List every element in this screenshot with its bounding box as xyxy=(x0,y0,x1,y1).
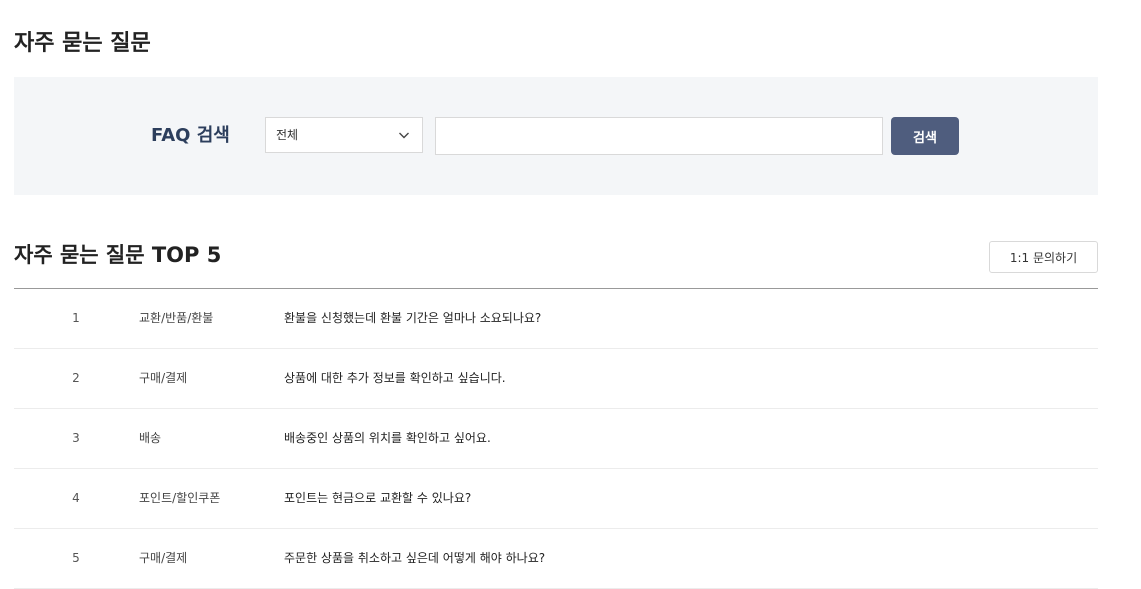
faq-item-category: 교환/반품/환불 xyxy=(139,311,214,325)
faq-item-question[interactable]: 주문한 상품을 취소하고 싶은데 어떻게 해야 하나요? xyxy=(284,529,545,588)
faq-search-panel: FAQ 검색 전체 검색 xyxy=(14,77,1098,195)
faq-item-question[interactable]: 환불을 신청했는데 환불 기간은 얼마나 소요되나요? xyxy=(284,289,541,348)
faq-item-category: 배송 xyxy=(139,431,162,445)
chevron-down-icon xyxy=(399,132,409,139)
top5-title: 자주 묻는 질문 TOP 5 xyxy=(14,243,222,267)
faq-item-3[interactable]: 3 배송 배송중인 상품의 위치를 확인하고 싶어요. xyxy=(14,409,1098,469)
faq-item-5[interactable]: 5 구매/결제 주문한 상품을 취소하고 싶은데 어떻게 해야 하나요? xyxy=(14,529,1098,589)
search-button[interactable]: 검색 xyxy=(891,117,959,155)
one-to-one-inquiry-button[interactable]: 1:1 문의하기 xyxy=(989,241,1098,273)
search-input[interactable] xyxy=(435,117,883,155)
faq-top5-list: 1 교환/반품/환불 환불을 신청했는데 환불 기간은 얼마나 소요되나요? 2… xyxy=(14,288,1098,589)
category-select-value: 전체 xyxy=(276,128,299,142)
category-select[interactable]: 전체 xyxy=(265,117,423,153)
faq-item-number: 2 xyxy=(72,371,80,385)
faq-item-question[interactable]: 포인트는 현금으로 교환할 수 있나요? xyxy=(284,469,471,528)
faq-item-2[interactable]: 2 구매/결제 상품에 대한 추가 정보를 확인하고 싶습니다. xyxy=(14,349,1098,409)
faq-item-number: 3 xyxy=(72,431,80,445)
faq-search-label: FAQ 검색 xyxy=(151,125,230,146)
faq-item-number: 4 xyxy=(72,491,80,505)
faq-item-category: 포인트/할인쿠폰 xyxy=(139,491,221,505)
page-title: 자주 묻는 질문 xyxy=(14,31,151,56)
faq-item-category: 구매/결제 xyxy=(139,371,188,385)
faq-item-number: 1 xyxy=(72,311,80,325)
faq-item-1[interactable]: 1 교환/반품/환불 환불을 신청했는데 환불 기간은 얼마나 소요되나요? xyxy=(14,289,1098,349)
faq-item-number: 5 xyxy=(72,551,80,565)
faq-item-question[interactable]: 상품에 대한 추가 정보를 확인하고 싶습니다. xyxy=(284,349,506,408)
faq-item-4[interactable]: 4 포인트/할인쿠폰 포인트는 현금으로 교환할 수 있나요? xyxy=(14,469,1098,529)
faq-item-question[interactable]: 배송중인 상품의 위치를 확인하고 싶어요. xyxy=(284,409,491,468)
faq-item-category: 구매/결제 xyxy=(139,551,188,565)
